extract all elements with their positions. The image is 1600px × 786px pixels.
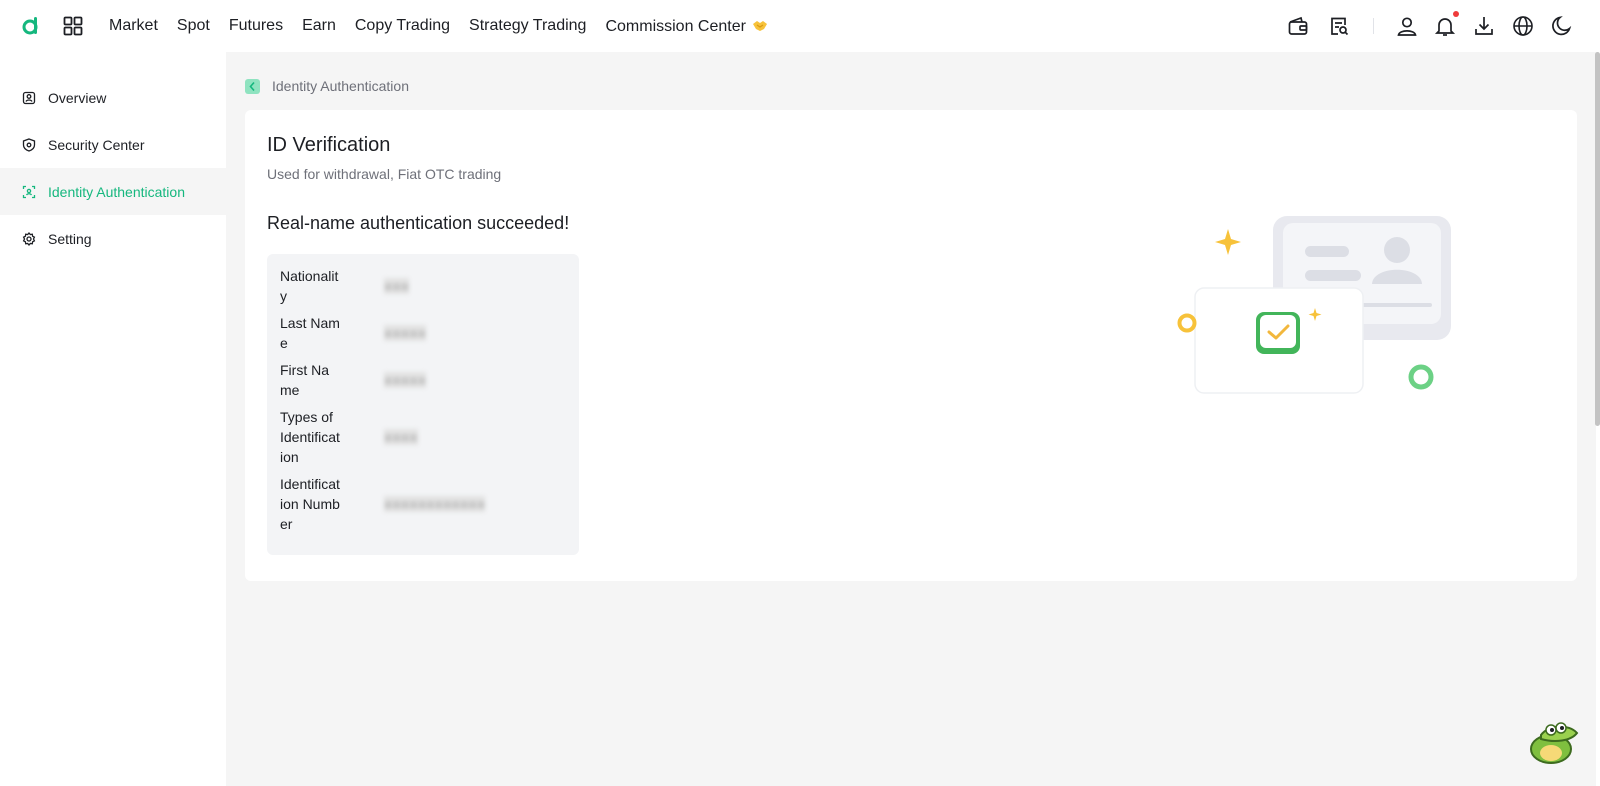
sidebar-item-label: Identity Authentication: [48, 183, 185, 200]
nav-spot[interactable]: Spot: [177, 17, 210, 35]
dark-mode-icon[interactable]: [1551, 15, 1573, 37]
chevron-left-icon: [249, 81, 255, 91]
sidebar-item-setting[interactable]: Setting: [0, 215, 226, 262]
wallet-icon[interactable]: [1287, 15, 1309, 37]
page-subtitle: Used for withdrawal, Fiat OTC trading: [267, 166, 502, 182]
face-scan-icon: [22, 185, 36, 198]
nav-strategy-trading[interactable]: Strategy Trading: [469, 17, 586, 35]
notification-dot: [1453, 11, 1459, 17]
bell-icon[interactable]: [1434, 15, 1456, 37]
nav-market[interactable]: Market: [109, 17, 158, 35]
sidebar: Overview Security Center Identity Authen…: [0, 52, 226, 786]
download-icon[interactable]: [1473, 15, 1495, 37]
globe-icon[interactable]: [1512, 15, 1534, 37]
info-value-redacted: ■■■■: [384, 429, 418, 445]
overview-icon: [22, 91, 36, 104]
sidebar-item-identity-authentication[interactable]: Identity Authentication: [0, 168, 226, 215]
sidebar-item-overview[interactable]: Overview: [0, 74, 226, 121]
handshake-icon: [752, 20, 767, 31]
info-value-redacted: ■■■■■: [384, 325, 427, 341]
gear-icon: [22, 231, 36, 246]
info-label: Types of Identification: [280, 409, 340, 465]
id-verified-illustration: [1177, 216, 1451, 394]
scrollbar[interactable]: [1595, 52, 1600, 426]
breadcrumb: Identity Authentication: [245, 77, 409, 95]
sidebar-item-label: Overview: [48, 89, 107, 106]
info-row-id-type: Types of Identification ■■■■: [280, 407, 560, 467]
info-row-id-number: Identification Number ■■■■■■■■■■■■: [280, 474, 560, 534]
info-label: Identification Number: [280, 476, 340, 532]
sidebar-item-security-center[interactable]: Security Center: [0, 121, 226, 168]
nav-earn[interactable]: Earn: [302, 17, 336, 35]
info-value-redacted: ■■■■■: [384, 372, 427, 388]
sidebar-item-label: Setting: [48, 230, 92, 247]
page-title: ID Verification: [267, 134, 391, 156]
main-nav: Market Spot Futures Earn Copy Trading St…: [109, 0, 787, 52]
nav-commission-center[interactable]: Commission Center: [605, 17, 767, 36]
user-icon[interactable]: [1396, 15, 1418, 37]
nav-commission-center-label: Commission Center: [605, 17, 746, 35]
breadcrumb-label: Identity Authentication: [272, 78, 409, 94]
info-row-first-name: First Name ■■■■■: [280, 360, 560, 400]
shield-icon: [22, 137, 36, 152]
info-value-redacted: ■■■: [384, 278, 410, 294]
sidebar-item-label: Security Center: [48, 136, 145, 153]
nav-futures[interactable]: Futures: [229, 17, 283, 35]
back-button[interactable]: [245, 78, 260, 94]
success-message: Real-name authentication succeeded!: [267, 213, 570, 233]
info-label: First Name: [280, 362, 329, 398]
info-row-nationality: Nationality ■■■: [280, 266, 560, 306]
top-header: Market Spot Futures Earn Copy Trading St…: [0, 0, 1600, 52]
nav-copy-trading[interactable]: Copy Trading: [355, 17, 450, 35]
orders-icon[interactable]: [1328, 15, 1350, 37]
info-row-last-name: Last Name ■■■■■: [280, 313, 560, 353]
logo-icon[interactable]: [21, 16, 41, 36]
info-value-redacted: ■■■■■■■■■■■■: [384, 496, 486, 512]
crocodile-mascot-icon[interactable]: [1527, 719, 1579, 765]
info-label: Nationality: [280, 268, 339, 304]
info-label: Last Name: [280, 315, 340, 351]
apps-grid-icon[interactable]: [63, 16, 83, 36]
identity-info-panel: Nationality ■■■ Last Name ■■■■■ First Na…: [267, 254, 579, 555]
header-divider: [1373, 18, 1374, 34]
